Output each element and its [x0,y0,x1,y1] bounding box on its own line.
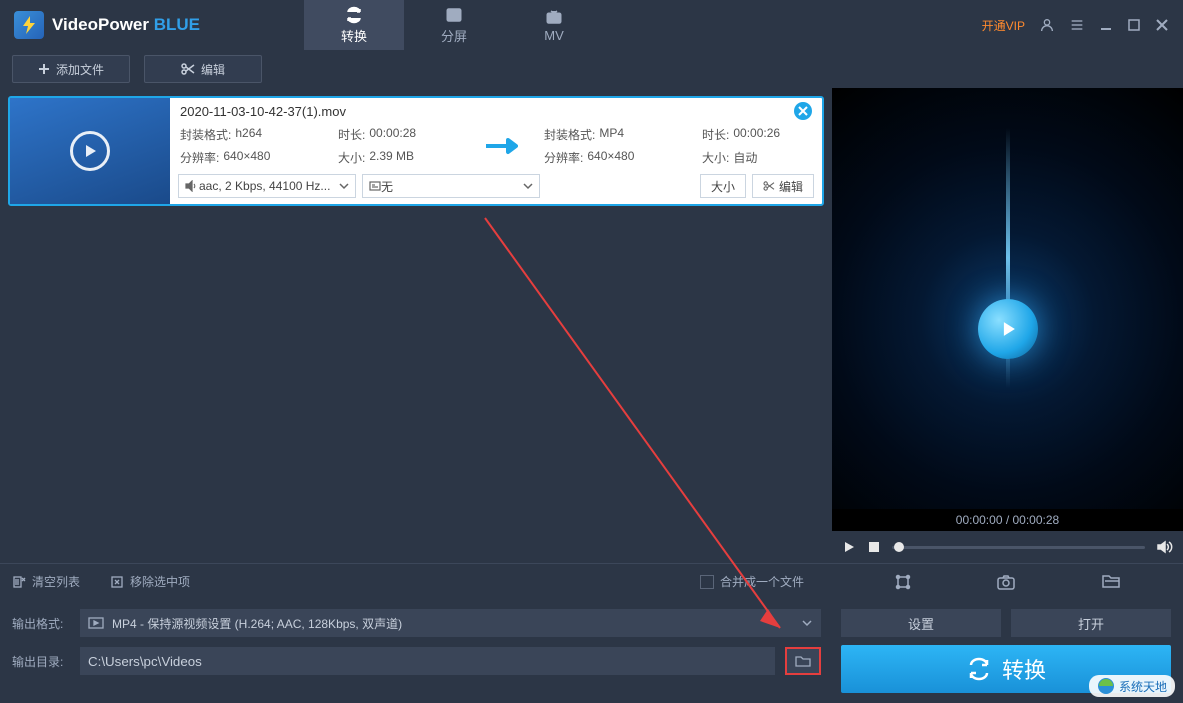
tab-mv[interactable]: MV [504,0,604,50]
thumbnail[interactable] [10,98,170,204]
dest-info-col1: 封装格式:MP4 分辨率:640×480 [544,126,694,166]
close-button[interactable] [1155,18,1169,32]
play-icon [70,131,110,171]
chevron-down-icon [523,181,533,191]
app-title: VideoPower BLUE [52,15,200,35]
preview-play-icon [978,299,1038,359]
menu-icon[interactable] [1069,17,1085,33]
folder-icon [794,654,812,668]
volume-button[interactable] [1157,540,1173,554]
output-dir-label: 输出目录: [12,653,70,670]
browse-folder-button[interactable] [785,647,821,675]
preview-controls [832,531,1183,563]
tab-split-label: 分屏 [441,26,467,45]
file-list: 2020-11-03-10-42-37(1).mov 封装格式:h264 分辨率… [0,88,832,563]
add-file-label: 添加文件 [56,61,104,78]
open-button[interactable]: 打开 [1011,609,1171,637]
window-controls: 开通VIP [968,17,1183,34]
bottom-bar: 输出格式: MP4 - 保持源视频设置 (H.264; AAC, 128Kbps… [0,599,1183,703]
toolbar: 添加文件 编辑 [0,50,1183,88]
card-body: 2020-11-03-10-42-37(1).mov 封装格式:h264 分辨率… [170,98,822,204]
user-icon[interactable] [1039,17,1055,33]
plus-icon [38,63,50,75]
remove-selected-button[interactable]: 移除选中项 [110,573,190,590]
edit-button[interactable]: 编辑 [144,55,262,83]
preview-time: 00:00:00 / 00:00:28 [832,509,1183,531]
main-tabs: 转换 分屏 MV [304,0,604,50]
tab-convert-label: 转换 [341,26,367,45]
audio-track-select[interactable]: aac, 2 Kbps, 44100 Hz... [178,174,356,198]
remove-icon [110,575,124,589]
maximize-button[interactable] [1127,18,1141,32]
subtitle-icon [369,180,381,192]
play-button[interactable] [842,540,856,554]
output-dir-input[interactable] [80,647,775,675]
size-button[interactable]: 大小 [700,174,746,198]
checkbox-icon [700,575,714,589]
remove-file-button[interactable] [794,102,812,120]
mid-bar: 清空列表 移除选中项 合并成一个文件 [0,563,1183,599]
chevron-down-icon [339,181,349,191]
source-info-col2: 时长:00:00:28 大小:2.39 MB [338,126,458,166]
add-file-button[interactable]: 添加文件 [12,55,130,83]
globe-icon [1097,677,1115,695]
preview-panel: 00:00:00 / 00:00:28 [832,88,1183,563]
close-icon [798,106,808,116]
card-edit-button[interactable]: 编辑 [752,174,814,198]
output-format-label: 输出格式: [12,615,70,632]
progress-bar[interactable] [892,546,1145,549]
scissors-icon [181,63,195,75]
tab-convert[interactable]: 转换 [304,0,404,50]
edit-label: 编辑 [201,61,225,78]
scissors-icon [763,181,775,191]
watermark: 系统天地 [1089,675,1175,697]
dest-info-col2: 时长:00:00:26 大小:自动 [702,126,812,166]
vip-link[interactable]: 开通VIP [982,17,1025,34]
arrow-icon [466,137,536,155]
tab-split[interactable]: 分屏 [404,0,504,50]
tab-mv-label: MV [544,28,564,43]
file-card[interactable]: 2020-11-03-10-42-37(1).mov 封装格式:h264 分辨率… [8,96,824,206]
open-folder-button[interactable] [1101,573,1121,591]
minimize-button[interactable] [1099,18,1113,32]
chevron-down-icon [801,617,813,629]
merge-checkbox[interactable]: 合并成一个文件 [700,573,820,590]
settings-button[interactable]: 设置 [841,609,1001,637]
output-format-select[interactable]: MP4 - 保持源视频设置 (H.264; AAC, 128Kbps, 双声道) [80,609,821,637]
speaker-icon [185,180,199,192]
snapshot-button[interactable] [996,573,1016,591]
clear-list-button[interactable]: 清空列表 [12,573,80,590]
clear-icon [12,575,26,589]
stop-button[interactable] [868,541,880,553]
source-info-col1: 封装格式:h264 分辨率:640×480 [180,126,330,166]
logo-icon [14,11,44,39]
file-name: 2020-11-03-10-42-37(1).mov [180,104,346,119]
refresh-icon [966,657,992,681]
format-icon [88,616,104,630]
app-logo: VideoPower BLUE [0,11,214,39]
preview-canvas[interactable] [832,88,1183,509]
subtitle-select[interactable]: 无 [362,174,540,198]
crop-button[interactable] [894,573,912,591]
progress-knob[interactable] [894,542,904,552]
header: VideoPower BLUE 转换 分屏 MV 开通VIP [0,0,1183,50]
content-area: 2020-11-03-10-42-37(1).mov 封装格式:h264 分辨率… [0,88,1183,563]
